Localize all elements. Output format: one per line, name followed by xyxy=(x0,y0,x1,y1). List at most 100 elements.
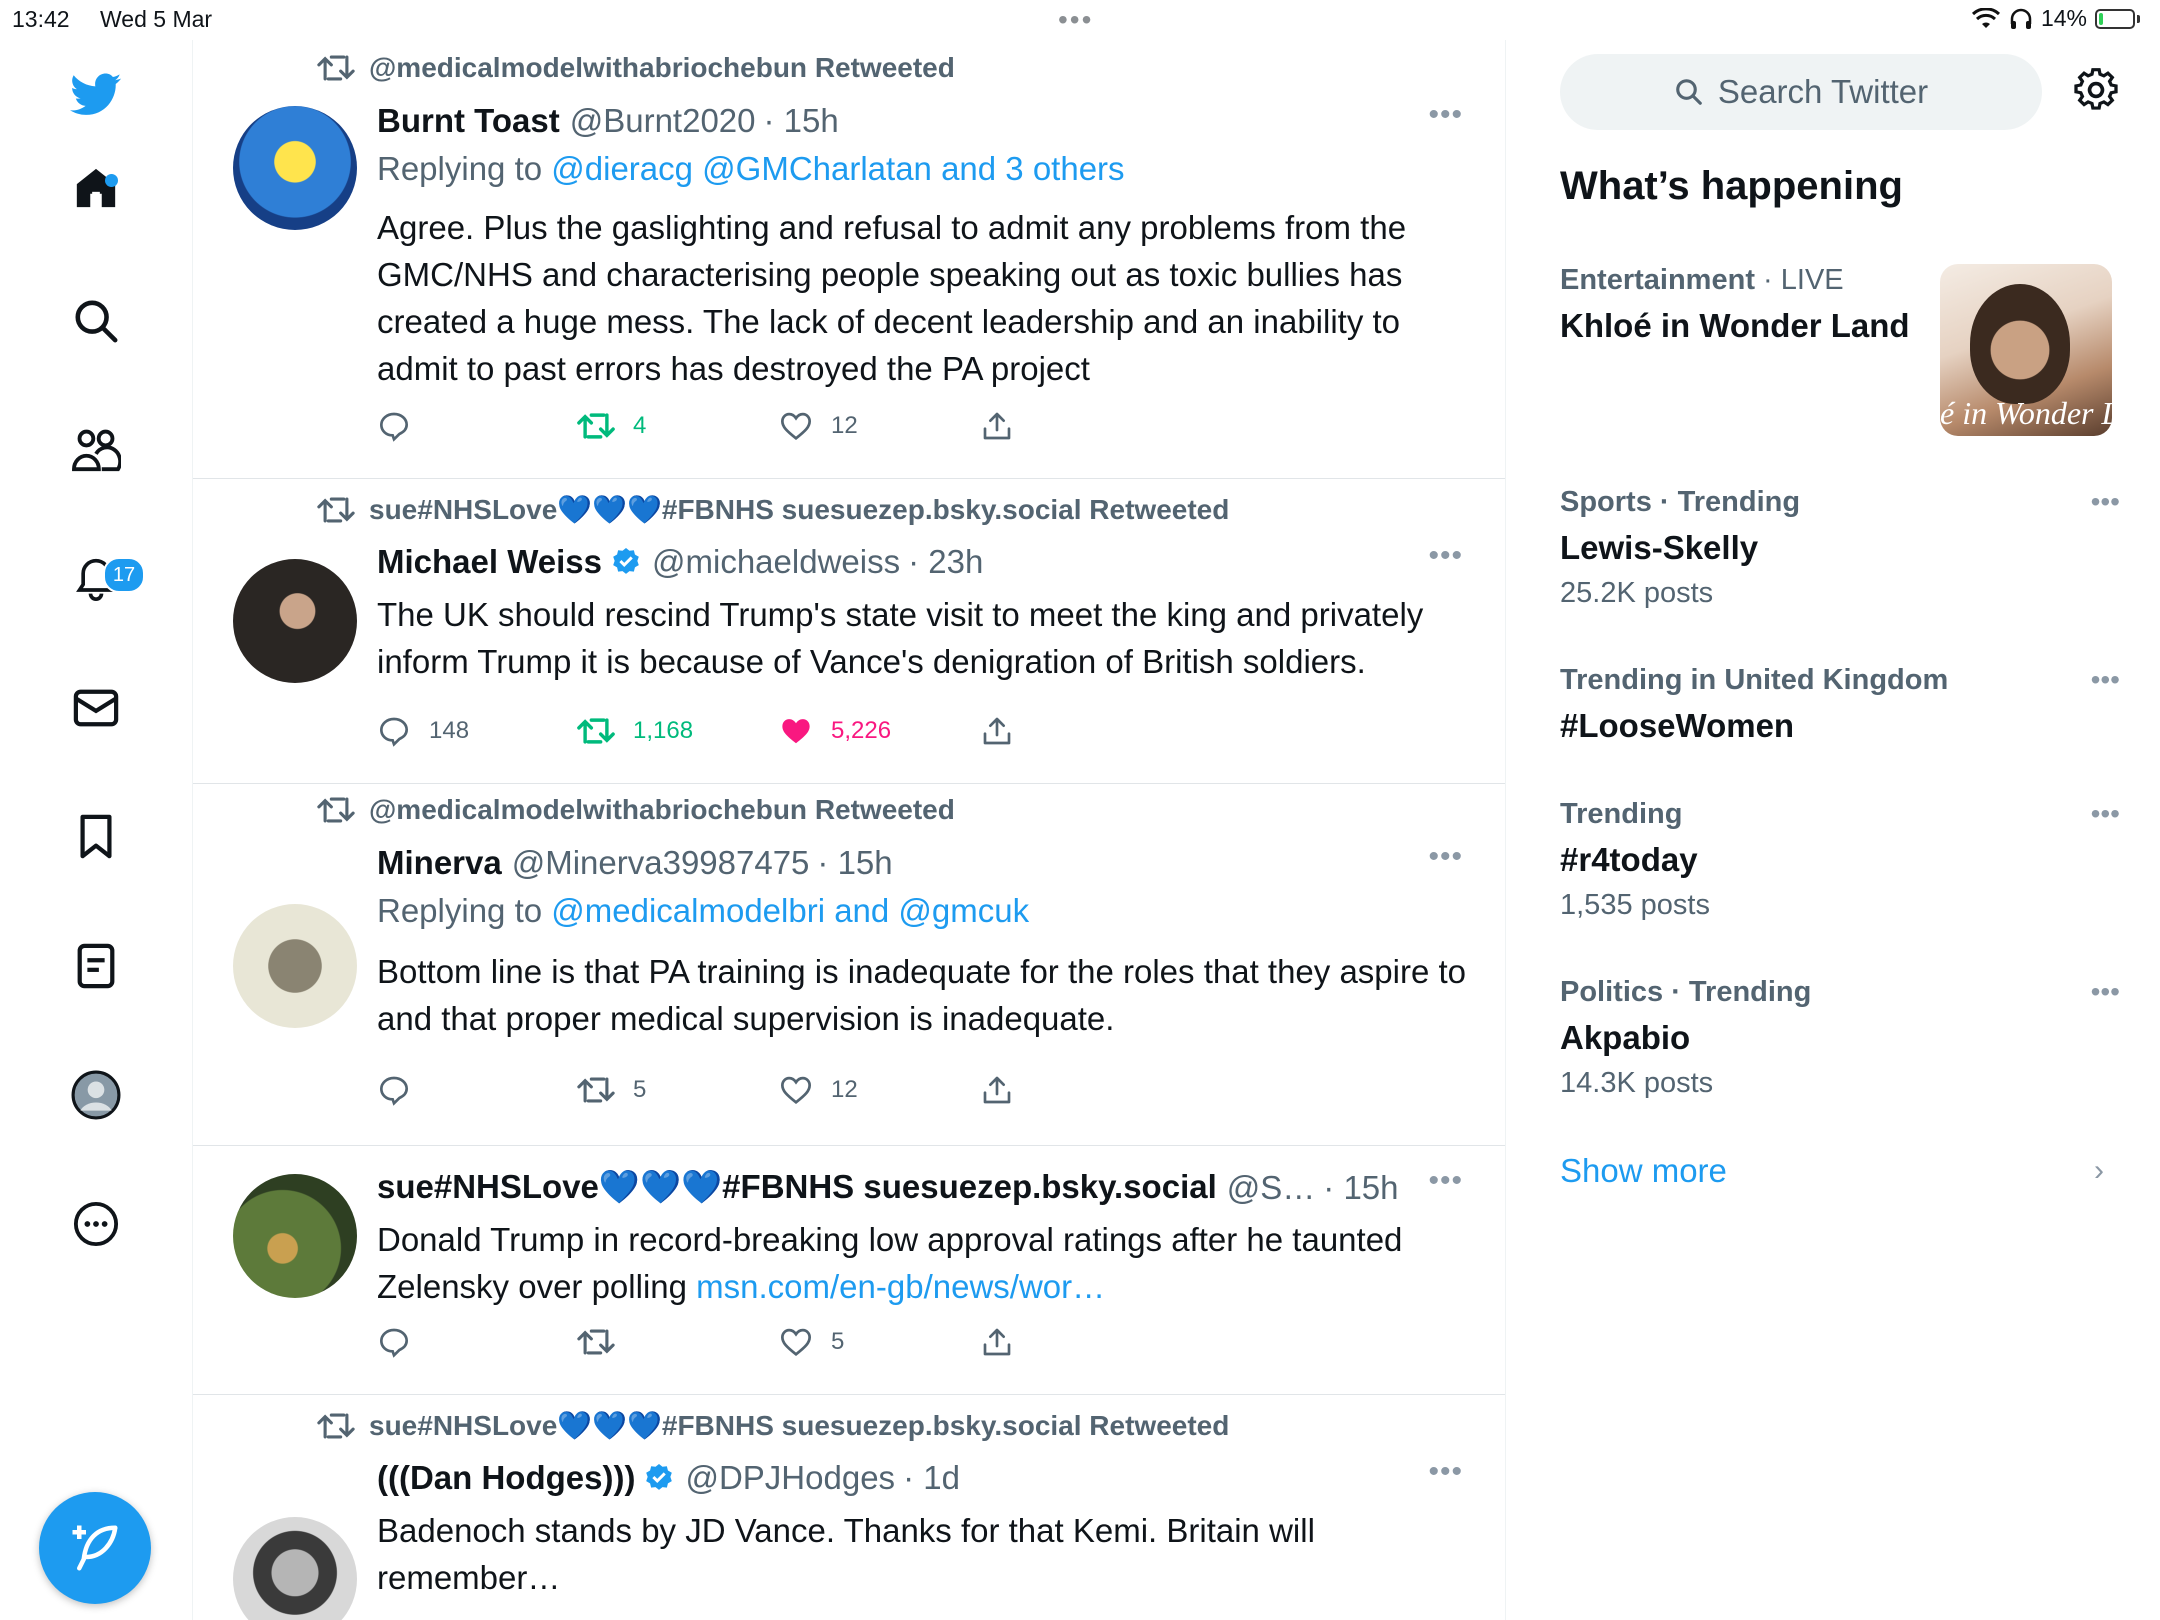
trend-item[interactable]: Sports · Trending Lewis-Skelly 25.2K pos… xyxy=(1560,486,2120,610)
trend-more-icon[interactable]: ••• xyxy=(2091,976,2120,1008)
like-button[interactable]: 12 xyxy=(779,1075,981,1105)
search-input[interactable]: Search Twitter xyxy=(1560,54,2042,130)
tweet-link[interactable]: msn.com/en-gb/news/wor… xyxy=(696,1268,1105,1305)
status-time: 13:42 xyxy=(12,6,70,32)
trend-more-icon[interactable]: ••• xyxy=(2091,664,2120,696)
lists-icon[interactable] xyxy=(69,939,123,993)
tweet-header: (((Dan Hodges))) @DPJHodges · 1d xyxy=(377,1459,960,1497)
share-button[interactable] xyxy=(981,1074,1013,1106)
trend-item[interactable]: Trending #r4today 1,535 posts ••• xyxy=(1560,798,2120,922)
reply-icon xyxy=(379,717,409,747)
settings-gear-icon[interactable] xyxy=(2074,68,2118,117)
tweet-text: The UK should rescind Trump's state visi… xyxy=(377,596,1424,680)
search-icon xyxy=(1676,79,1702,105)
like-button[interactable]: 12 xyxy=(779,411,981,441)
retweet-button[interactable]: 1,168 xyxy=(577,717,779,745)
multitasking-dots-icon[interactable]: ••• xyxy=(1058,4,1093,36)
profile-avatar-icon[interactable] xyxy=(69,1068,123,1122)
author-name[interactable]: sue#NHSLove💙💙💙#FBNHS suesuezep.bsky.soci… xyxy=(377,1168,1217,1207)
messages-envelope-icon[interactable] xyxy=(69,681,123,735)
retweet-icon xyxy=(577,1077,615,1103)
retweet-button[interactable]: 5 xyxy=(577,1076,779,1104)
tweet[interactable]: @medicalmodelwithabriochebun Retweeted M… xyxy=(193,784,1505,1146)
trend-more-icon[interactable]: ••• xyxy=(2091,486,2120,518)
show-more-link[interactable]: Show more xyxy=(1560,1152,1727,1190)
tweet-header: Burnt Toast @Burnt2020 · 15h xyxy=(377,102,839,140)
like-button[interactable]: 5 xyxy=(779,1327,981,1357)
status-bar: 13:42 Wed 5 Mar ••• 14% xyxy=(0,0,2160,40)
more-options-icon[interactable] xyxy=(69,1197,123,1251)
trend-item[interactable]: Trending in United Kingdom #LooseWomen •… xyxy=(1560,664,2120,745)
retweet-icon xyxy=(577,718,615,744)
retweet-context: sue#NHSLove💙💙💙#FBNHS suesuezep.bsky.soci… xyxy=(317,1409,1229,1442)
reply-button[interactable]: 148 xyxy=(377,715,577,747)
trend-category: Sports · Trending xyxy=(1560,486,1801,518)
tweet[interactable]: sue#NHSLove💙💙💙#FBNHS suesuezep.bsky.soci… xyxy=(193,1146,1505,1395)
share-button[interactable] xyxy=(981,1326,1013,1358)
like-count: 5 xyxy=(831,1328,845,1355)
tweet-time[interactable]: · 23h xyxy=(908,543,983,581)
reply-button[interactable] xyxy=(377,1074,577,1106)
tweet-time[interactable]: · 1d xyxy=(903,1459,960,1497)
twitter-logo-icon[interactable] xyxy=(69,68,123,122)
reply-button[interactable] xyxy=(377,410,577,442)
bookmarks-icon[interactable] xyxy=(69,810,123,864)
replying-to-users[interactable]: @medicalmodelbri and @gmcuk xyxy=(551,892,1029,929)
share-button[interactable] xyxy=(981,410,1013,442)
trend-item[interactable]: Politics · Trending Akpabio 14.3K posts … xyxy=(1560,976,2120,1100)
tweet-time[interactable]: · 15h xyxy=(764,102,839,140)
author-handle[interactable]: @michaeldweiss xyxy=(652,543,900,581)
avatar-dan-hodges[interactable] xyxy=(233,1517,357,1620)
author-handle[interactable]: @Minerva39987475 xyxy=(512,844,810,882)
heart-icon xyxy=(780,1328,812,1357)
tweet[interactable]: @medicalmodelwithabriochebun Retweeted B… xyxy=(193,40,1505,479)
replying-to: Replying to @medicalmodelbri and @gmcuk xyxy=(377,892,1029,930)
avatar-michael-weiss[interactable] xyxy=(233,559,357,683)
tweet-time[interactable]: · 15h xyxy=(1323,1169,1398,1207)
thumbnail-caption: é in Wonder L xyxy=(1940,395,2112,431)
compose-tweet-button[interactable] xyxy=(39,1492,151,1604)
tweet-more-icon[interactable]: ••• xyxy=(1428,1164,1463,1198)
author-name[interactable]: Minerva xyxy=(377,844,502,882)
explore-search-icon[interactable] xyxy=(69,294,123,348)
timeline[interactable]: @medicalmodelwithabriochebun Retweeted B… xyxy=(192,40,1506,1620)
tweet-header: Minerva @Minerva39987475 · 15h xyxy=(377,844,893,882)
replying-to-label: Replying to xyxy=(377,150,552,187)
reply-button[interactable] xyxy=(377,1326,577,1358)
tweet[interactable]: sue#NHSLove💙💙💙#FBNHS suesuezep.bsky.soci… xyxy=(193,479,1505,784)
battery-level xyxy=(2099,12,2103,25)
chevron-right-icon[interactable]: › xyxy=(2094,1154,2104,1188)
retweet-icon xyxy=(317,1413,355,1438)
share-icon xyxy=(983,1076,1011,1104)
author-handle[interactable]: @DPJHodges xyxy=(685,1459,895,1497)
retweet-context: @medicalmodelwithabriochebun Retweeted xyxy=(317,52,955,84)
avatar-spongebob[interactable] xyxy=(233,106,357,230)
retweet-button[interactable]: 4 xyxy=(577,412,779,440)
trend-more-icon[interactable]: ••• xyxy=(2091,798,2120,830)
retweet-button[interactable] xyxy=(577,1328,779,1356)
author-handle[interactable]: @Burnt2020 xyxy=(570,102,756,140)
avatar-sue[interactable] xyxy=(233,1174,357,1298)
trend-thumbnail-image[interactable]: é in Wonder L xyxy=(1940,264,2112,436)
tweet-more-icon[interactable]: ••• xyxy=(1428,539,1463,573)
share-button[interactable] xyxy=(981,715,1013,747)
trend-post-count: 14.3K posts xyxy=(1560,1067,1714,1099)
battery-icon xyxy=(2095,8,2135,29)
avatar-minerva[interactable] xyxy=(233,904,357,1028)
tweet[interactable]: sue#NHSLove💙💙💙#FBNHS suesuezep.bsky.soci… xyxy=(193,1395,1505,1620)
home-icon[interactable] xyxy=(69,161,123,215)
tweet-more-icon[interactable]: ••• xyxy=(1428,98,1463,132)
retweet-icon xyxy=(317,797,355,823)
tweet-more-icon[interactable]: ••• xyxy=(1428,1455,1463,1489)
author-handle[interactable]: @S… xyxy=(1227,1169,1316,1207)
communities-icon[interactable] xyxy=(69,423,123,477)
trend-category-name: Entertainment xyxy=(1560,264,1755,296)
replying-to-users[interactable]: @dieracg @GMCharlatan and 3 others xyxy=(551,150,1124,187)
author-name[interactable]: (((Dan Hodges))) xyxy=(377,1459,635,1497)
tweet-time[interactable]: · 15h xyxy=(817,844,892,882)
author-name[interactable]: Michael Weiss xyxy=(377,543,602,581)
like-button[interactable]: 5,226 xyxy=(779,716,981,746)
author-name[interactable]: Burnt Toast xyxy=(377,102,560,140)
trend-category: Trending xyxy=(1560,798,1683,830)
tweet-more-icon[interactable]: ••• xyxy=(1428,840,1463,874)
